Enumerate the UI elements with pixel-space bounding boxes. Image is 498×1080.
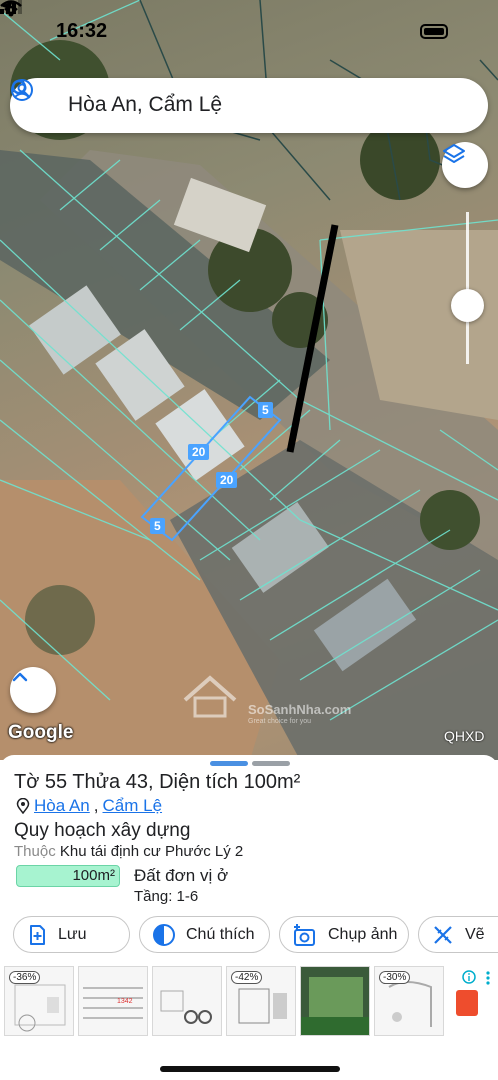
sheet-handle[interactable] xyxy=(210,761,290,766)
ad-item[interactable]: -30% xyxy=(374,966,444,1036)
zone-area-badge: 100m² xyxy=(16,865,120,887)
search-query[interactable]: Hòa An, Cẩm Lệ xyxy=(68,93,222,117)
shopee-bag-icon[interactable] xyxy=(456,990,478,1016)
status-time: 16:32 xyxy=(56,20,108,42)
location-pin-icon xyxy=(16,798,30,814)
district-link[interactable]: Cẩm Lệ xyxy=(103,796,163,816)
belongs-value: Khu tái định cư Phước Lý 2 xyxy=(59,843,244,860)
legend-button[interactable]: Chú thích xyxy=(139,916,270,953)
home-indicator[interactable] xyxy=(160,1066,340,1072)
parcel-location: Hòa An , Cẩm Lệ xyxy=(16,796,162,816)
planning-heading: Quy hoạch xây dựng xyxy=(14,820,191,841)
ad-item[interactable]: -42% xyxy=(226,966,296,1036)
parcel-info-sheet: Tờ 55 Thửa 43, Diện tích 100m² Hòa An , … xyxy=(0,755,498,1080)
product-image xyxy=(301,967,369,1035)
google-attribution: Google xyxy=(8,722,74,743)
ad-info-icon[interactable] xyxy=(462,970,476,984)
search-icon[interactable] xyxy=(10,78,32,100)
search-bar[interactable]: Hòa An, Cẩm Lệ xyxy=(10,78,488,133)
ward-link[interactable]: Hòa An xyxy=(34,796,90,816)
parcel-dimension-label: 5 xyxy=(150,518,165,534)
parcel-dimension-label: 5 xyxy=(258,402,273,418)
layers-button[interactable] xyxy=(442,142,488,188)
screenshot-button-label: Chụp ảnh xyxy=(328,925,398,943)
add-photo-icon xyxy=(294,923,315,946)
parcel-title: Tờ 55 Thửa 43, Diện tích 100m² xyxy=(14,771,301,793)
discount-badge: -36% xyxy=(9,971,41,984)
opacity-slider-track[interactable] xyxy=(466,212,469,364)
parcel-dimension-label: 20 xyxy=(216,472,238,488)
app-screen: 5 20 20 5 SoSanhNha.com Great choice for yo… xyxy=(0,0,498,1080)
discount-badge: -42% xyxy=(231,971,263,984)
half-circle-icon xyxy=(153,923,175,946)
legend-button-label: Chú thích xyxy=(186,925,255,943)
watermark: SoSanhNha.com Great choice for you xyxy=(180,670,351,730)
belongs-row: Thuộc Khu tái định cư Phước Lý 2 xyxy=(14,843,243,860)
map-view[interactable]: 5 20 20 5 SoSanhNha.com Great choice for yo… xyxy=(0,0,498,760)
watermark-tagline: Great choice for you xyxy=(248,718,312,725)
page-indicator-active xyxy=(210,761,248,766)
draw-button[interactable]: Vẽ xyxy=(418,916,498,953)
draw-ruler-icon xyxy=(434,925,452,944)
draw-button-label: Vẽ xyxy=(465,925,485,943)
screenshot-button[interactable]: Chụp ảnh xyxy=(279,916,409,953)
wifi-icon xyxy=(0,0,22,17)
ad-item[interactable]: -36% xyxy=(4,966,74,1036)
svg-text:1342: 1342 xyxy=(117,998,133,1005)
opacity-slider-knob[interactable] xyxy=(451,289,484,322)
save-button[interactable]: Lưu xyxy=(13,916,130,953)
layer-label: QHXD xyxy=(444,728,485,744)
belongs-label: Thuộc xyxy=(14,843,56,860)
more-vertical-icon[interactable] xyxy=(484,970,492,986)
chevron-up-icon xyxy=(12,672,28,682)
watermark-brand: SoSanhNha.com xyxy=(248,702,352,717)
floors-info: Tầng: 1-6 xyxy=(134,888,199,905)
page-indicator-inactive xyxy=(252,761,290,766)
discount-badge: -30% xyxy=(379,971,411,984)
parcel-dimension-label: 20 xyxy=(188,444,210,460)
ad-banner[interactable]: -36% 1342 -42% -30% xyxy=(0,964,498,1040)
expand-sheet-button[interactable] xyxy=(10,667,56,713)
product-image: 1342 xyxy=(83,987,143,1019)
zone-name: Đất đơn vị ở xyxy=(134,866,229,885)
add-bookmark-icon xyxy=(30,924,45,945)
location-separator: , xyxy=(93,796,99,815)
battery-icon xyxy=(420,24,448,39)
product-image xyxy=(160,990,212,1024)
ad-item[interactable] xyxy=(300,966,370,1036)
ad-item[interactable] xyxy=(152,966,222,1036)
save-button-label: Lưu xyxy=(58,925,87,943)
layers-icon xyxy=(443,144,465,163)
action-chips: Lưu Chú thích Chụp ảnh Vẽ xyxy=(13,916,498,954)
status-bar: 16:32 xyxy=(0,0,498,66)
house-logo-icon xyxy=(183,675,237,718)
ad-item[interactable]: 1342 xyxy=(78,966,148,1036)
